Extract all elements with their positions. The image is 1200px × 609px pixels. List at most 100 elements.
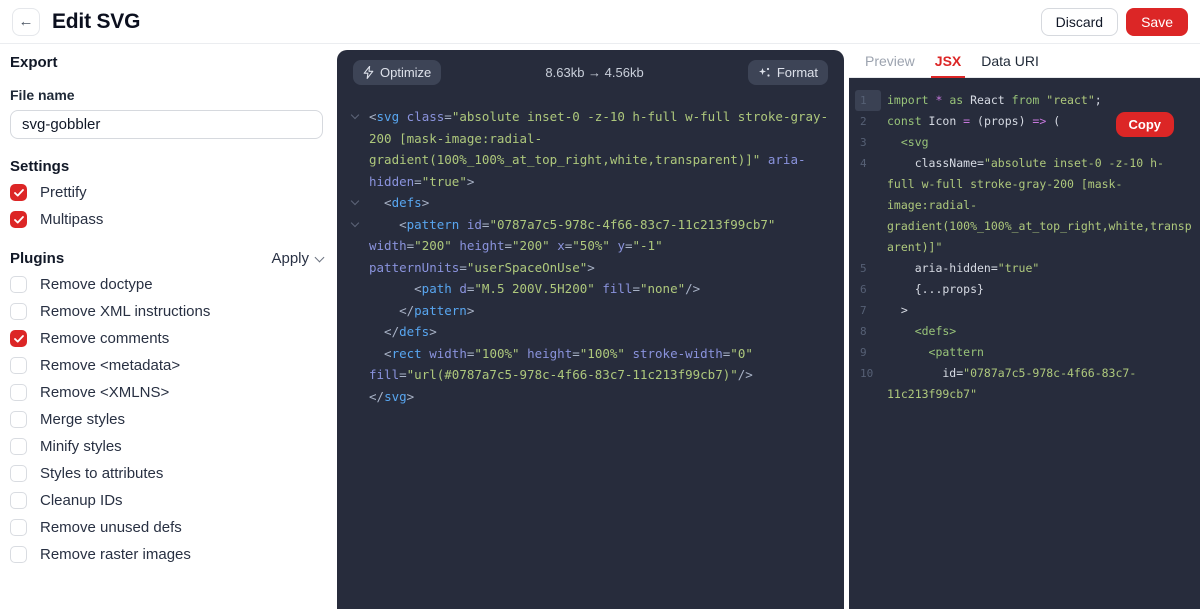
format-button[interactable]: Format (747, 60, 828, 85)
fold-gutter (350, 106, 369, 128)
fold-gutter (352, 300, 369, 322)
fold-gutter (352, 171, 369, 193)
chevron-down-icon[interactable] (350, 218, 360, 227)
jsx-code-line: 11c213f99cb7" (887, 387, 978, 401)
checkbox-label: Remove doctype (40, 276, 153, 293)
chevron-down-icon[interactable] (350, 111, 360, 120)
save-button[interactable]: Save (1126, 7, 1188, 36)
export-heading: Export (10, 54, 58, 71)
checkbox-row-plugin[interactable]: Styles to attributes (10, 460, 323, 487)
checkbox-unchecked-icon[interactable] (10, 303, 27, 320)
header-actions: Discard Save (1040, 7, 1188, 36)
line-number: 10 (860, 367, 874, 380)
tab-jsx[interactable]: JSX (925, 44, 971, 78)
code-line: hidden="true"> (352, 171, 834, 193)
checkbox-unchecked-icon[interactable] (10, 465, 27, 482)
svg-code-editor-panel: Optimize 8.63kb → 4.56kb Format <svg cla… (337, 50, 844, 609)
checkbox-row-plugin[interactable]: Remove raster images (10, 541, 323, 568)
checkbox-label: Merge styles (40, 411, 126, 428)
edit-svg-app: ← Edit SVG Discard Save Export File name… (0, 0, 1200, 609)
code-line: <svg class="absolute inset-0 -z-10 h-ful… (350, 106, 834, 128)
checkbox-row-plugin[interactable]: Remove XML instructions (10, 298, 323, 325)
file-name-input[interactable] (10, 110, 323, 139)
preview-tabbar: Preview JSX Data URI (849, 44, 1200, 78)
code-line: fill="url(#0787a7c5-978c-4f66-83c7-11c21… (352, 364, 834, 386)
checkbox-row-plugin[interactable]: Cleanup IDs (10, 487, 323, 514)
code-line: </svg> (352, 386, 834, 408)
jsx-code-line: 10 id="0787a7c5-978c-4f66-83c7- (855, 363, 1194, 384)
checkbox-label: Remove raster images (40, 546, 191, 563)
code-line: <defs> (350, 192, 834, 214)
checkbox-row-plugin[interactable]: Remove <metadata> (10, 352, 323, 379)
check-icon (13, 215, 24, 223)
svg-source-code[interactable]: <svg class="absolute inset-0 -z-10 h-ful… (337, 93, 844, 407)
apply-label: Apply (271, 250, 309, 267)
checkbox-row-plugin[interactable]: Remove unused defs (10, 514, 323, 541)
code-line: 200 [mask-image:radial- (352, 128, 834, 150)
line-number: 8 (860, 325, 867, 338)
checkbox-unchecked-icon[interactable] (10, 492, 27, 509)
checkbox-unchecked-icon[interactable] (10, 438, 27, 455)
checkbox-row-setting[interactable]: Multipass (10, 206, 323, 233)
checkbox-row-plugin[interactable]: Remove <XMLNS> (10, 379, 323, 406)
checkbox-label: Remove unused defs (40, 519, 182, 536)
jsx-code-line: 6 {...props} (855, 279, 1194, 300)
code-line: gradient(100%_100%_at_top_right,white,tr… (352, 149, 834, 171)
checkbox-row-plugin[interactable]: Remove comments (10, 325, 323, 352)
checkbox-unchecked-icon[interactable] (10, 519, 27, 536)
jsx-code-line: 8 <defs> (855, 321, 1194, 342)
checkbox-checked-icon[interactable] (10, 211, 27, 228)
check-icon (13, 334, 24, 342)
check-icon (13, 188, 24, 196)
fold-gutter (352, 364, 369, 386)
fold-gutter (352, 321, 369, 343)
code-line: <rect width="100%" height="100%" stroke-… (352, 343, 834, 365)
checkbox-unchecked-icon[interactable] (10, 546, 27, 563)
checkbox-checked-icon[interactable] (10, 184, 27, 201)
file-name-label: File name (10, 87, 75, 103)
jsx-code-line: 1 import * as React from "react"; (855, 90, 1194, 111)
checkbox-unchecked-icon[interactable] (10, 357, 27, 374)
back-button[interactable]: ← (12, 7, 40, 36)
jsx-code-line: full w-full stroke-gray-200 [mask- (887, 177, 1123, 191)
jsx-code-line: 9 <pattern (855, 342, 1194, 363)
code-line: <path d="M.5 200V.5H200" fill="none"/> (352, 278, 834, 300)
code-line: </defs> (352, 321, 834, 343)
apply-dropdown[interactable]: Apply (271, 250, 325, 267)
export-sidebar: Export File name Settings Prettify Multip… (0, 44, 334, 609)
lightning-bolt-icon (363, 66, 374, 79)
editor-toolbar: Optimize 8.63kb → 4.56kb Format (337, 50, 844, 93)
checkbox-unchecked-icon[interactable] (10, 384, 27, 401)
line-number: 5 (860, 262, 867, 275)
checkbox-unchecked-icon[interactable] (10, 411, 27, 428)
jsx-output-panel: 1 import * as React from "react"; 2 const I… (849, 78, 1200, 609)
checkbox-row-setting[interactable]: Prettify (10, 179, 323, 206)
tab-preview[interactable]: Preview (855, 44, 925, 77)
optimize-label: Optimize (380, 65, 432, 80)
checkbox-checked-icon[interactable] (10, 330, 27, 347)
checkbox-label: Minify styles (40, 438, 122, 455)
copy-button[interactable]: Copy (1115, 112, 1174, 137)
line-number: 9 (860, 346, 867, 359)
checkbox-row-plugin[interactable]: Remove doctype (10, 271, 323, 298)
plugins-list: Remove doctype Remove XML instructions Rem… (10, 271, 323, 568)
line-number: 1 (855, 90, 881, 111)
tab-data-uri[interactable]: Data URI (971, 44, 1049, 77)
arrow-left-icon: ← (18, 13, 34, 30)
format-label: Format (776, 65, 818, 80)
discard-button[interactable]: Discard (1040, 7, 1119, 36)
line-number: 7 (860, 304, 867, 317)
line-number: 2 (860, 115, 867, 128)
chevron-down-icon[interactable] (350, 197, 360, 206)
file-size-change: 8.63kb → 4.56kb (545, 65, 644, 80)
line-number: 4 (860, 157, 867, 170)
line-number: 3 (860, 136, 867, 149)
fold-gutter (352, 149, 369, 171)
optimize-button[interactable]: Optimize (353, 60, 442, 85)
checkbox-row-plugin[interactable]: Minify styles (10, 433, 323, 460)
checkbox-row-plugin[interactable]: Merge styles (10, 406, 323, 433)
line-number: 6 (860, 283, 867, 296)
jsx-code-line: arent)]" (887, 240, 943, 254)
fold-gutter (352, 343, 369, 365)
checkbox-unchecked-icon[interactable] (10, 276, 27, 293)
